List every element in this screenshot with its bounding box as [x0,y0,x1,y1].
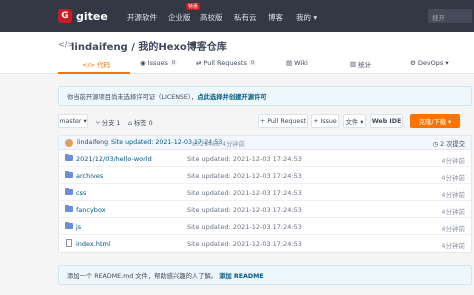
tab-code-label: </> 代码 [82,61,111,69]
pull-requests-count: 0 [248,60,257,66]
gitee-logo-text: gitee [76,9,108,23]
file-commit-message[interactable]: Site updated: 2021-12-03 17:24:53 [187,223,302,231]
branch-select[interactable]: master ▾ [58,114,88,128]
gitee-logo-icon: G [58,9,72,23]
new-issue-button[interactable]: + Issue [311,114,339,128]
file-row[interactable]: js Site updated: 2021-12-03 17:24:53 4分钟… [59,218,471,235]
file-updated-time: 4分钟前 [441,225,465,233]
choose-license-link[interactable]: 点此选择并创建开源许可 [197,94,266,101]
nav-enterprise[interactable]: 企业版 [168,12,191,23]
file-name[interactable]: fancybox [76,206,106,214]
commit-hash[interactable]: 87294e6 4分钟前 [192,139,245,148]
tab-stats-label: 统计 [358,61,372,69]
repo-visibility-icon: ◎ [199,39,206,48]
folder-icon [65,187,73,195]
file-updated-time: 4分钟前 [441,242,465,250]
nav-private-cloud[interactable]: 私有云 [234,12,257,23]
devops-icon: ⚙ [410,59,416,67]
commit-time: 4分钟前 [221,141,245,148]
file-name[interactable]: 2021/12/03/hello-world [76,155,152,163]
commit-hash-value: 87294e6 [192,141,220,148]
promo-badge: 特惠 [186,3,201,10]
folder-icon [65,221,73,229]
commit-count[interactable]: ◷ 2 次提交 [433,139,465,148]
file-menu-button[interactable]: 文件 ▾ [343,114,366,128]
file-commit-message[interactable]: Site updated: 2021-12-03 17:24:53 [187,172,302,180]
web-ide-button[interactable]: Web IDE [370,114,403,128]
wiki-icon: ▤ [286,59,293,67]
tab-issues-label: Issues [147,59,168,67]
file-updated-time: 4分钟前 [441,208,465,216]
pull-request-icon: ⇄ [196,59,202,67]
file-updated-time: 4分钟前 [441,157,465,165]
file-row[interactable]: archives Site updated: 2021-12-03 17:24:… [59,167,471,184]
file-row[interactable]: 2021/12/03/hello-world Site updated: 202… [59,150,471,167]
tab-issues[interactable]: ◉ Issues 0 [140,59,178,67]
search-input[interactable]: 搜开 [428,9,472,23]
file-name[interactable]: archives [76,172,103,180]
latest-commit-bar: lindaifeng Site updated: 2021-12-03 17:2… [58,135,472,150]
file-name[interactable]: index.html [76,240,111,248]
clone-download-button[interactable]: 克隆/下载 ▾ [410,114,460,128]
license-notice-text: 你当前开源项目尚未选择许可证（LICENSE）， [67,94,198,101]
tab-devops[interactable]: ⚙ DevOps ▾ [410,59,449,67]
license-notice: 你当前开源项目尚未选择许可证（LICENSE），点此选择并创建开源许可 [58,86,472,106]
file-row[interactable]: css Site updated: 2021-12-03 17:24:53 4分… [59,184,471,201]
folder-icon [65,170,73,178]
top-navbar: G gitee 开源软件 企业版 特惠 高校版 私有云 博客 我的 ▾ 搜开 [0,0,474,32]
tab-code[interactable]: </> 代码 [82,59,110,69]
nav-mine-menu[interactable]: 我的 ▾ [296,12,317,23]
repo-tabs: </> 代码 ◉ Issues 0 ⇄ Pull Requests 0 ▤ Wiki ▥ 统… [0,54,474,74]
tags-label: 标签 0 [134,120,153,127]
nav-education[interactable]: 高校版 [200,12,223,23]
commit-author[interactable]: lindaifeng [77,139,108,146]
file-commit-message[interactable]: Site updated: 2021-12-03 17:24:53 [187,206,302,214]
new-pull-request-button[interactable]: + Pull Request [258,114,308,128]
nav-open-source[interactable]: 开源软件 [127,12,157,23]
folder-icon [65,153,73,161]
file-commit-message[interactable]: Site updated: 2021-12-03 17:24:53 [187,240,302,248]
file-name[interactable]: css [76,189,86,197]
readme-notice-text: 添加一个 README.md 文件，帮助感兴趣的人了解。 [67,273,218,280]
tab-wiki[interactable]: ▤ Wiki [286,59,308,67]
file-row[interactable]: fancybox Site updated: 2021-12-03 17:24:… [59,201,471,218]
file-commit-message[interactable]: Site updated: 2021-12-03 17:24:53 [187,155,302,163]
file-row[interactable]: index.html Site updated: 2021-12-03 17:2… [59,235,471,252]
file-name[interactable]: js [76,223,81,231]
stats-icon: ▥ [350,60,357,68]
tab-pull-requests[interactable]: ⇄ Pull Requests 0 [196,59,257,67]
tab-wiki-label: Wiki [294,59,308,67]
file-updated-time: 4分钟前 [441,191,465,199]
avatar[interactable] [65,139,73,147]
commit-count-label: 2 次提交 [440,141,465,148]
tab-devops-label: DevOps ▾ [417,59,449,67]
commits-icon: ◷ [432,141,441,148]
file-list: 2021/12/03/hello-world Site updated: 202… [58,150,472,253]
file-commit-message[interactable]: Site updated: 2021-12-03 17:24:53 [187,189,302,197]
add-readme-link[interactable]: 添加 README [219,273,264,280]
readme-notice: 添加一个 README.md 文件，帮助感兴趣的人了解。 添加 README [58,265,472,285]
active-tab-indicator [58,72,130,74]
tab-stats[interactable]: ▥ 统计 [350,59,371,69]
branches-link[interactable]: ⑂ 分支 1 [96,118,120,127]
tags-link[interactable]: ⌂ 标签 0 [128,118,153,127]
file-icon [66,239,72,247]
branches-label: 分支 1 [101,120,121,127]
tab-pull-requests-label: Pull Requests [203,59,247,67]
file-updated-time: 4分钟前 [441,174,465,182]
folder-icon [65,204,73,212]
nav-blog[interactable]: 博客 [268,12,283,23]
issues-count: 0 [169,60,178,66]
gitee-logo[interactable]: G gitee [58,9,108,23]
issues-icon: ◉ [140,59,146,67]
